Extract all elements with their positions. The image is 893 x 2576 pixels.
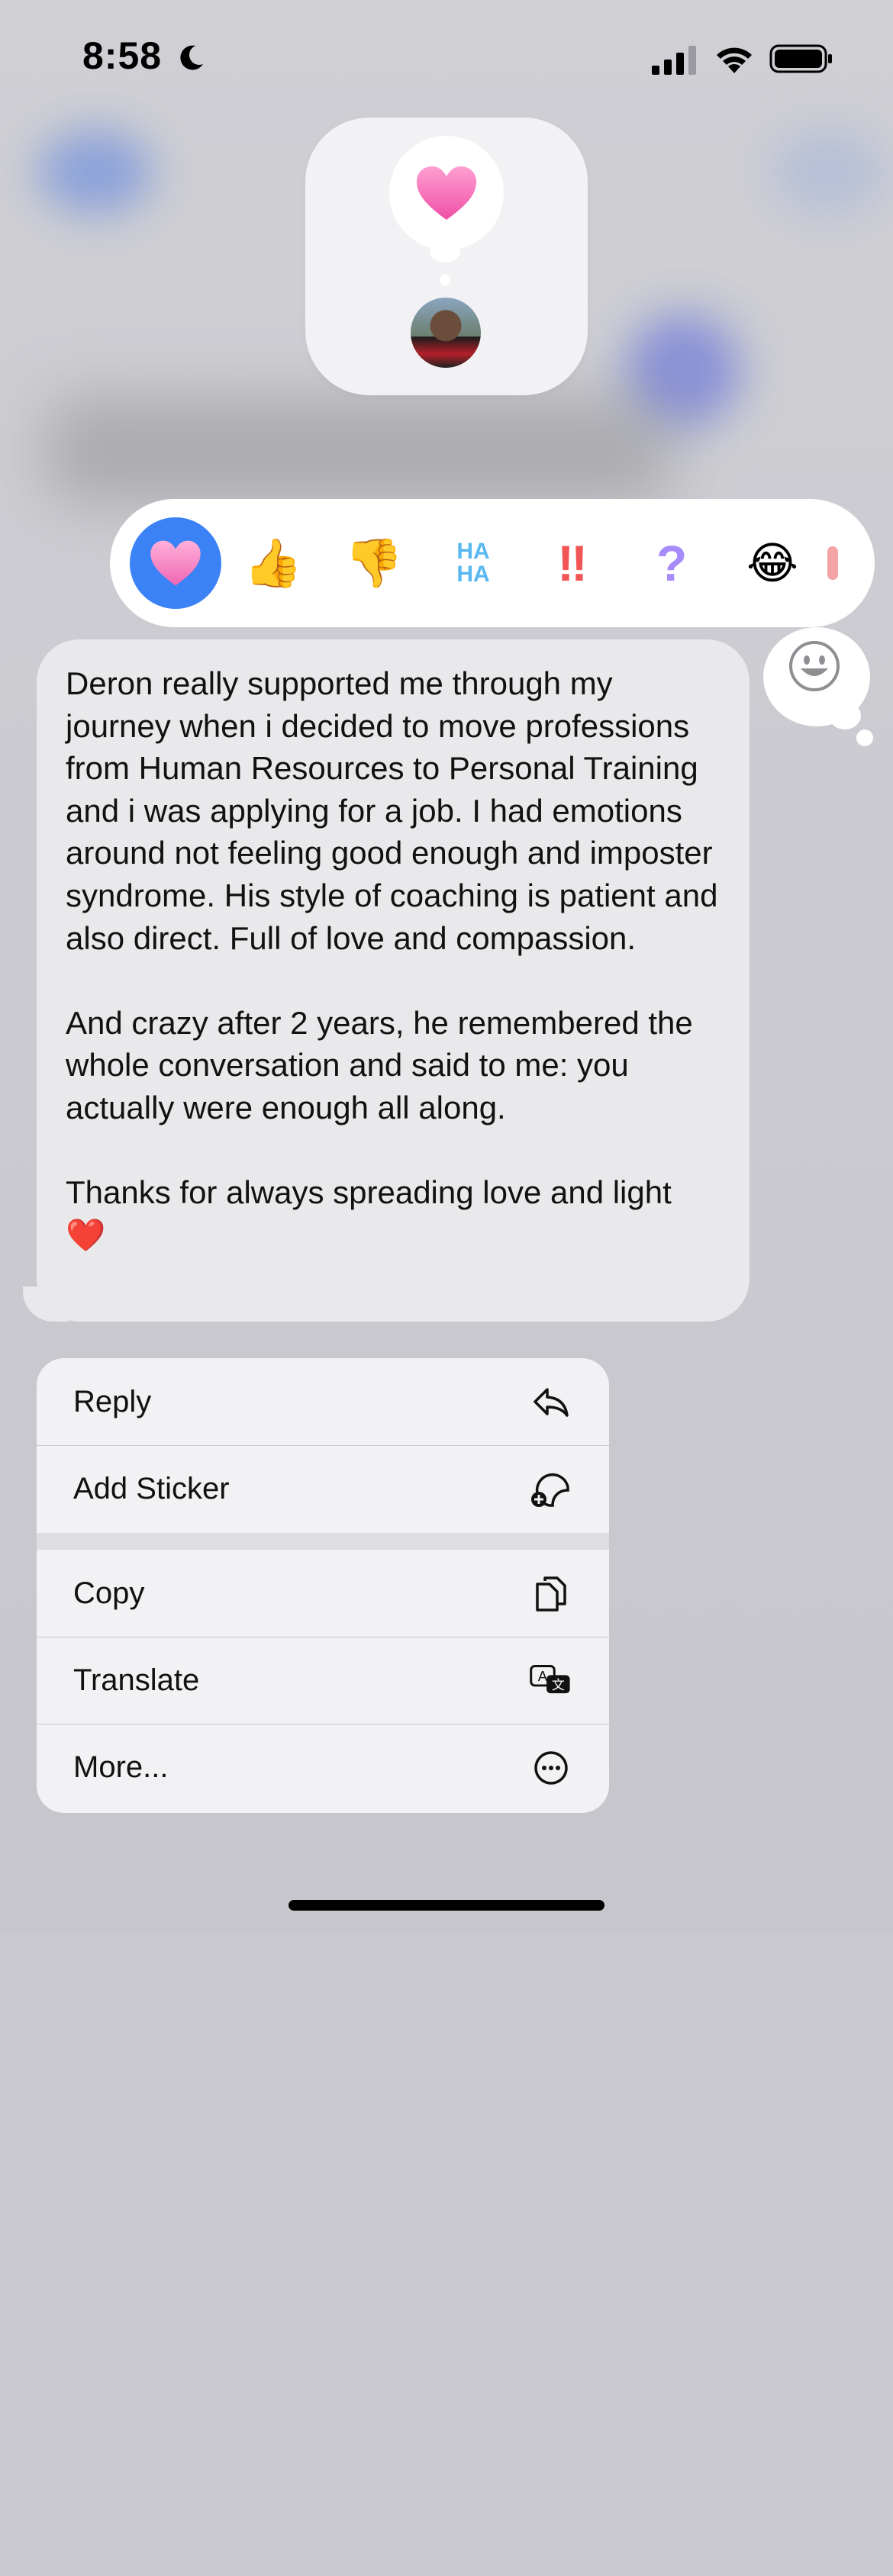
message-text: Deron really supported me through my jou… <box>66 665 718 1253</box>
reaction-bar: 👍 👎 HA HA ‼ ? 😂 <box>110 499 875 627</box>
context-menu: Reply Add Sticker Copy Translate A文 More… <box>37 1358 609 2576</box>
heart-emoji-partial-icon <box>827 546 838 580</box>
menu-item-copy[interactable]: Copy <box>37 1550 609 1637</box>
reply-icon <box>530 1380 572 1423</box>
reaction-exclamation[interactable]: ‼ <box>527 517 618 609</box>
svg-text:文: 文 <box>552 1678 565 1692</box>
menu-group: Reply Add Sticker <box>37 1358 609 1533</box>
reaction-question[interactable]: ? <box>626 517 717 609</box>
menu-item-translate[interactable]: Translate A文 <box>37 1637 609 1724</box>
reaction-bubble <box>389 136 504 250</box>
reaction-heart[interactable] <box>130 517 221 609</box>
bubble-tail <box>829 702 861 729</box>
menu-item-label: Add Sticker <box>73 1472 230 1505</box>
copy-icon <box>530 1572 572 1615</box>
svg-text:A: A <box>538 1668 548 1684</box>
menu-item-label: Copy <box>73 1576 145 1610</box>
home-indicator[interactable] <box>289 1900 604 1911</box>
translate-icon: A文 <box>530 1660 572 1702</box>
wifi-icon <box>717 47 752 73</box>
reaction-laughing[interactable]: 😂 <box>727 517 818 609</box>
add-emoji-reaction-icon[interactable] <box>788 639 841 693</box>
thumbs-down-icon: 👎 <box>344 536 404 590</box>
menu-item-label: Reply <box>73 1384 152 1418</box>
reaction-thumbs-up[interactable]: 👍 <box>227 517 319 609</box>
cellular-signal-icon <box>652 46 696 75</box>
status-time: 8:58 <box>82 34 163 77</box>
heart-icon <box>417 166 476 220</box>
exclamation-icon: ‼ <box>557 535 588 591</box>
menu-item-label: More... <box>73 1750 169 1784</box>
menu-separator <box>37 1533 609 1550</box>
bubble-tail <box>440 275 450 285</box>
battery-icon <box>769 44 832 73</box>
menu-item-reply[interactable]: Reply <box>37 1358 609 1445</box>
haha-icon: HA HA <box>456 539 490 587</box>
menu-group: Copy Translate A文 More... <box>37 1550 609 1813</box>
reaction-haha[interactable]: HA HA <box>427 517 519 609</box>
add-sticker-icon <box>530 1468 572 1511</box>
blurred-blob <box>46 397 672 504</box>
blurred-blob <box>38 130 153 214</box>
laughing-emoji-icon: 😂 <box>746 539 798 588</box>
reaction-thumbs-down[interactable]: 👎 <box>328 517 420 609</box>
moon-icon <box>180 45 203 70</box>
thumbs-up-icon: 👍 <box>243 536 303 590</box>
question-icon: ? <box>656 535 688 591</box>
menu-item-more[interactable]: More... <box>37 1724 609 1811</box>
menu-item-add-sticker[interactable]: Add Sticker <box>37 1445 609 1532</box>
bubble-tail <box>856 729 873 746</box>
blurred-blob <box>771 130 885 214</box>
message-bubble[interactable]: Deron really supported me through my jou… <box>37 639 750 1322</box>
tapback-preview-card <box>305 118 588 395</box>
heart-icon <box>150 540 201 586</box>
reaction-more-partial[interactable] <box>827 517 858 609</box>
menu-item-label: Translate <box>73 1663 200 1697</box>
avatar <box>411 298 481 368</box>
ellipsis-circle-icon <box>530 1747 572 1789</box>
status-bar: 8:58 <box>0 0 893 114</box>
